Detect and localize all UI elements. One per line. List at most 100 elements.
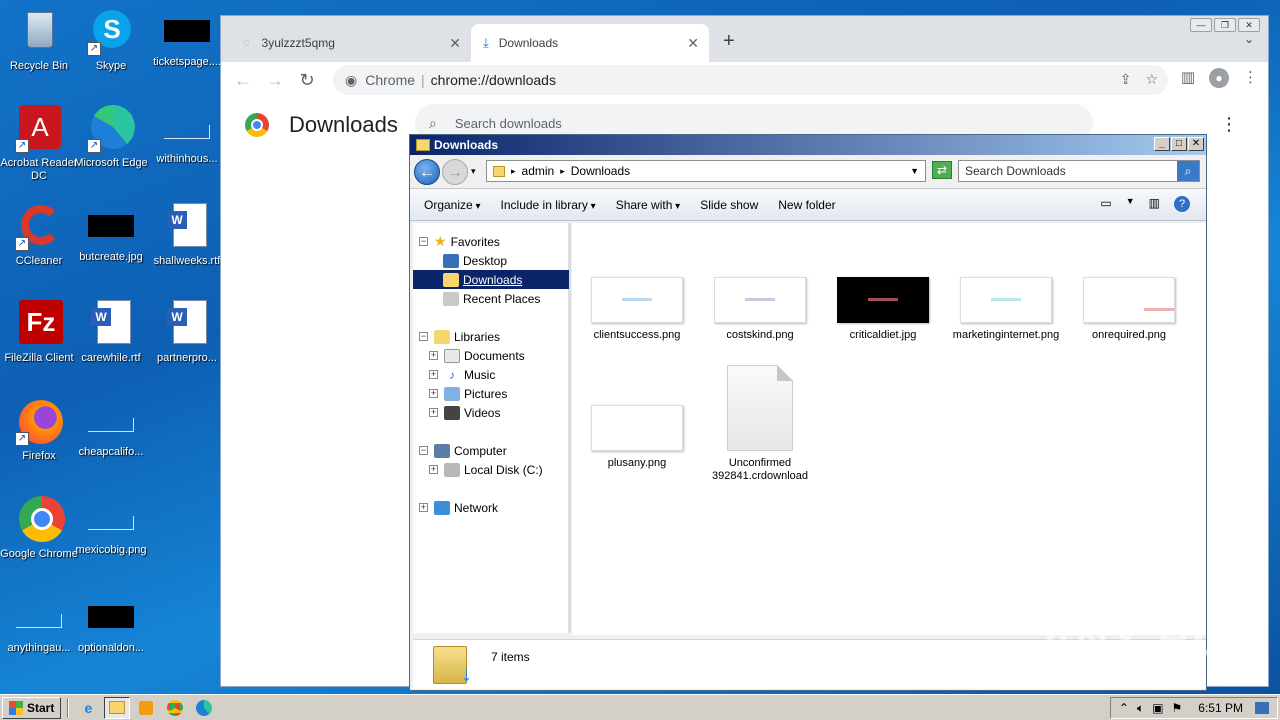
desktop-icon-shallweeks[interactable]: W shallweeks.rtf xyxy=(148,203,226,268)
forward-button[interactable]: → xyxy=(442,158,468,185)
more-actions-icon[interactable]: ⋮ xyxy=(1220,114,1238,135)
desktop-icon-mexicobig[interactable]: mexicobig.png xyxy=(72,496,150,557)
file-item[interactable]: onrequired.png xyxy=(1074,277,1184,342)
desktop-icon-filezilla[interactable]: Fz FileZilla Client xyxy=(0,300,78,365)
nav-documents[interactable]: + Documents xyxy=(429,346,525,365)
file-item[interactable]: Unconfirmed 392841.crdownload xyxy=(705,365,815,483)
desktop-icon-recycle-bin[interactable]: Recycle Bin xyxy=(0,8,78,73)
change-view-icon[interactable]: ▭ xyxy=(1100,196,1111,212)
desktop-icon-firefox[interactable]: ↗ Firefox xyxy=(0,398,78,463)
nav-local-disk[interactable]: + Local Disk (C:) xyxy=(429,460,543,479)
back-button[interactable]: ← xyxy=(414,158,440,185)
desktop-icon-skype[interactable]: S ↗ Skype xyxy=(72,8,150,73)
tab-3yulzzzt5qmg[interactable]: ◌ 3yulzzzt5qmg ✕ xyxy=(231,24,471,62)
tab-search-icon[interactable]: ⌄ xyxy=(1244,32,1254,46)
minimize-button[interactable]: _ xyxy=(1154,137,1170,151)
desktop-icon-ticketspage[interactable]: ticketspage.... xyxy=(148,8,226,69)
new-folder-button[interactable]: New folder xyxy=(778,198,835,212)
network-icon[interactable]: ▣ xyxy=(1152,701,1163,715)
nav-favorites[interactable]: − ★ Favorites xyxy=(419,232,500,251)
desktop-icon-optionaldon[interactable]: optionaldon... xyxy=(72,594,150,655)
nav-computer[interactable]: − Computer xyxy=(419,441,507,460)
close-tab-icon[interactable]: ✕ xyxy=(687,35,699,52)
desktop-icon-withinhous[interactable]: withinhous... xyxy=(148,105,226,166)
menu-icon[interactable]: ⋮ xyxy=(1243,68,1258,88)
file-item[interactable]: costskind.png xyxy=(705,277,815,342)
ie-icon[interactable]: e xyxy=(75,697,101,719)
forward-button[interactable]: → xyxy=(261,66,289,94)
media-player-icon[interactable] xyxy=(133,697,159,719)
desktop-icon-ccleaner[interactable]: ↗ CCleaner xyxy=(0,203,78,268)
profile-icon[interactable]: ● xyxy=(1209,68,1229,88)
desktop-icon-cheapcalifo[interactable]: cheapcalifo... xyxy=(72,398,150,459)
back-button[interactable]: ← xyxy=(229,66,257,94)
desktop-icon-butcreate[interactable]: butcreate.jpg xyxy=(72,203,150,264)
reload-button[interactable]: ↻ xyxy=(293,66,321,94)
collapse-icon[interactable]: − xyxy=(419,332,428,341)
nav-music[interactable]: + ♪ Music xyxy=(429,365,495,384)
refresh-button[interactable]: ⇄ xyxy=(932,161,952,179)
slide-show-button[interactable]: Slide show xyxy=(700,198,758,212)
expand-icon[interactable]: + xyxy=(429,408,438,417)
collapse-icon[interactable]: − xyxy=(419,237,428,246)
desktop-icon-acrobat[interactable]: A ↗ Acrobat Reader DC xyxy=(0,105,78,183)
breadcrumb-downloads[interactable]: Downloads xyxy=(571,164,630,178)
show-hidden-icons-icon[interactable]: ⌃ xyxy=(1119,701,1129,715)
clock[interactable]: 6:51 PM xyxy=(1198,701,1243,715)
chevron-down-icon[interactable]: ▼ xyxy=(1126,196,1135,212)
close-tab-icon[interactable]: ✕ xyxy=(449,35,461,52)
include-in-library-menu[interactable]: Include in library xyxy=(501,198,596,212)
edge-icon[interactable] xyxy=(191,697,217,719)
show-desktop-icon[interactable] xyxy=(1255,702,1269,714)
preview-pane-icon[interactable]: ▥ xyxy=(1149,196,1160,212)
expand-icon[interactable]: + xyxy=(419,503,428,512)
minimize-button[interactable]: — xyxy=(1190,18,1212,32)
search-icon[interactable]: ⌕ xyxy=(1177,161,1199,181)
chrome-icon[interactable] xyxy=(162,697,188,719)
share-icon[interactable]: ⇪ xyxy=(1120,71,1132,88)
explorer-search-input[interactable]: Search Downloads ⌕ xyxy=(958,160,1200,182)
explorer-title-bar[interactable]: Downloads _ □ ✕ xyxy=(410,135,1206,155)
tab-downloads[interactable]: ⤓ Downloads ✕ xyxy=(471,24,709,62)
expand-icon[interactable]: + xyxy=(429,370,438,379)
address-path[interactable]: ▸ admin ▸ Downloads ▼ xyxy=(486,160,926,182)
file-item[interactable]: marketinginternet.png xyxy=(951,277,1061,342)
start-button[interactable]: Start xyxy=(2,696,62,719)
expand-icon[interactable]: + xyxy=(429,389,438,398)
file-item[interactable]: plusany.png xyxy=(582,405,692,470)
help-icon[interactable]: ? xyxy=(1174,196,1190,212)
new-tab-button[interactable]: + xyxy=(723,30,735,53)
nav-recent-places[interactable]: Recent Places xyxy=(443,289,540,308)
breadcrumb-admin[interactable]: admin xyxy=(522,164,555,178)
desktop-icon-edge[interactable]: ↗ Microsoft Edge xyxy=(72,105,150,170)
maximize-button[interactable]: □ xyxy=(1171,137,1187,151)
nav-videos[interactable]: + Videos xyxy=(429,403,500,422)
share-with-menu[interactable]: Share with xyxy=(616,198,681,212)
chevron-down-icon[interactable]: ▼ xyxy=(910,166,919,176)
expand-icon[interactable]: + xyxy=(429,465,438,474)
side-panel-icon[interactable]: ▥ xyxy=(1181,68,1195,88)
bookmark-star-icon[interactable]: ☆ xyxy=(1145,71,1158,88)
desktop-icon-partnerpro[interactable]: W partnerpro... xyxy=(148,300,226,365)
file-item[interactable]: clientsuccess.png xyxy=(582,277,692,342)
volume-icon[interactable]: 🔈︎ xyxy=(1137,701,1144,716)
file-item[interactable]: criticaldiet.jpg xyxy=(828,277,938,342)
nav-downloads[interactable]: Downloads xyxy=(413,270,569,289)
close-button[interactable]: ✕ xyxy=(1238,18,1260,32)
address-bar[interactable]: ◉ Chrome | chrome://downloads ⇪ ☆ xyxy=(333,65,1168,95)
close-button[interactable]: ✕ xyxy=(1188,137,1204,151)
maximize-button[interactable]: ❐ xyxy=(1214,18,1236,32)
nav-pictures[interactable]: + Pictures xyxy=(429,384,507,403)
desktop-icon-google-chrome[interactable]: Google Chrome xyxy=(0,496,78,561)
expand-icon[interactable]: + xyxy=(429,351,438,360)
organize-menu[interactable]: Organize xyxy=(424,198,481,212)
nav-libraries[interactable]: − Libraries xyxy=(419,327,500,346)
collapse-icon[interactable]: − xyxy=(419,446,428,455)
desktop-icon-carewhile[interactable]: W carewhile.rtf xyxy=(72,300,150,365)
nav-network[interactable]: + Network xyxy=(419,498,498,517)
flag-icon[interactable]: ⚑ xyxy=(1172,701,1183,715)
nav-desktop[interactable]: Desktop xyxy=(443,251,507,270)
recent-pages-icon[interactable]: ▾ xyxy=(471,166,476,177)
desktop-icon-anythingau[interactable]: anythingau... xyxy=(0,594,78,655)
explorer-icon[interactable] xyxy=(104,696,131,719)
